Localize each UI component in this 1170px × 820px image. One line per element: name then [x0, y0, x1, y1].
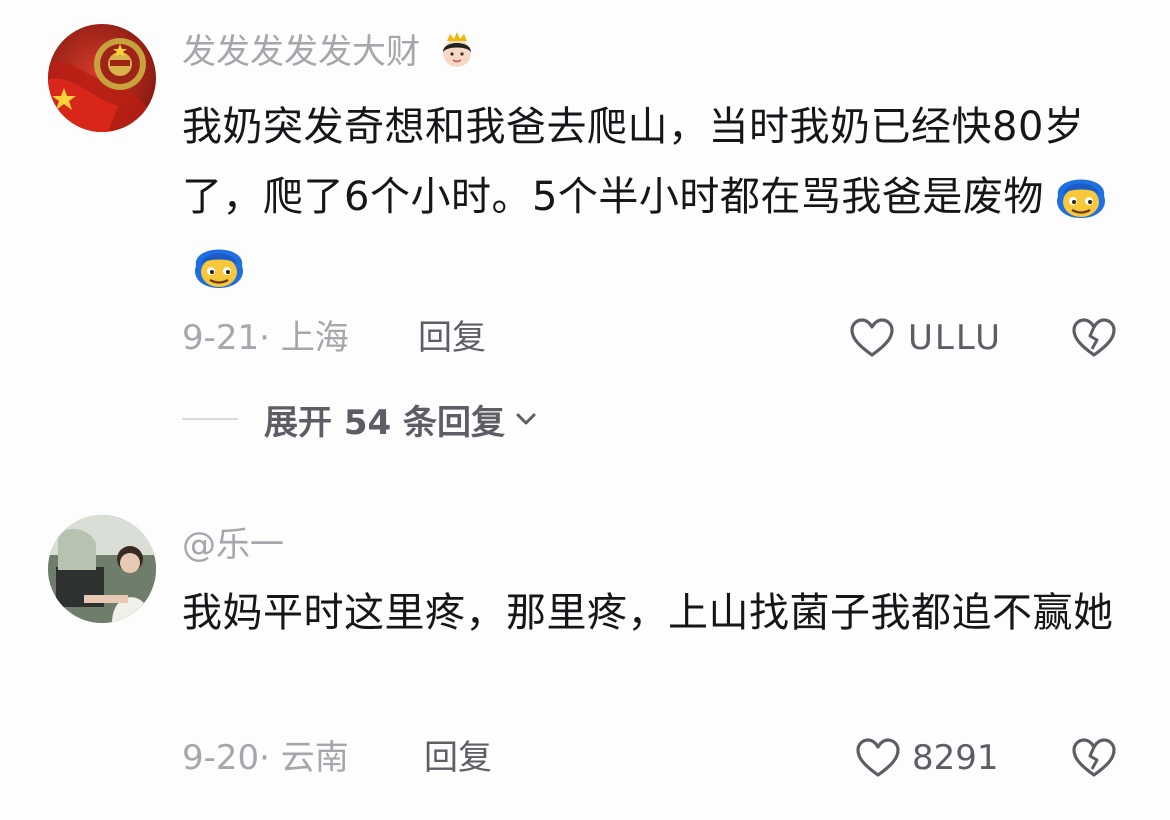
broken-heart-icon[interactable]: [1070, 736, 1118, 780]
comment-item: @乐一 我妈平时这里疼，那里疼，上山找菌子我都追不赢她 9-20· 云南 回复 …: [0, 0, 1170, 820]
avatar[interactable]: [48, 515, 156, 623]
date-location: 9-20· 云南: [182, 738, 349, 778]
comment-text-content: 我妈平时这里疼，那里疼，上山找菌子我都追不赢她: [182, 590, 1114, 636]
heart-icon[interactable]: [854, 736, 902, 780]
username[interactable]: @乐一: [182, 525, 284, 565]
username-text: @乐一: [182, 525, 284, 565]
comment-list: 发发发发发大财 我奶突发奇想和我爸去爬山，当时我奶已经快80岁了，爬了6个小时。…: [0, 0, 1170, 820]
comment-meta: 9-20· 云南 回复 8291: [182, 736, 1118, 780]
avatar-image: [48, 515, 156, 623]
like-count: 8291: [912, 738, 999, 778]
comment-text: 我妈平时这里疼，那里疼，上山找菌子我都追不赢她: [182, 578, 1127, 648]
reply-button[interactable]: 回复: [424, 736, 492, 780]
